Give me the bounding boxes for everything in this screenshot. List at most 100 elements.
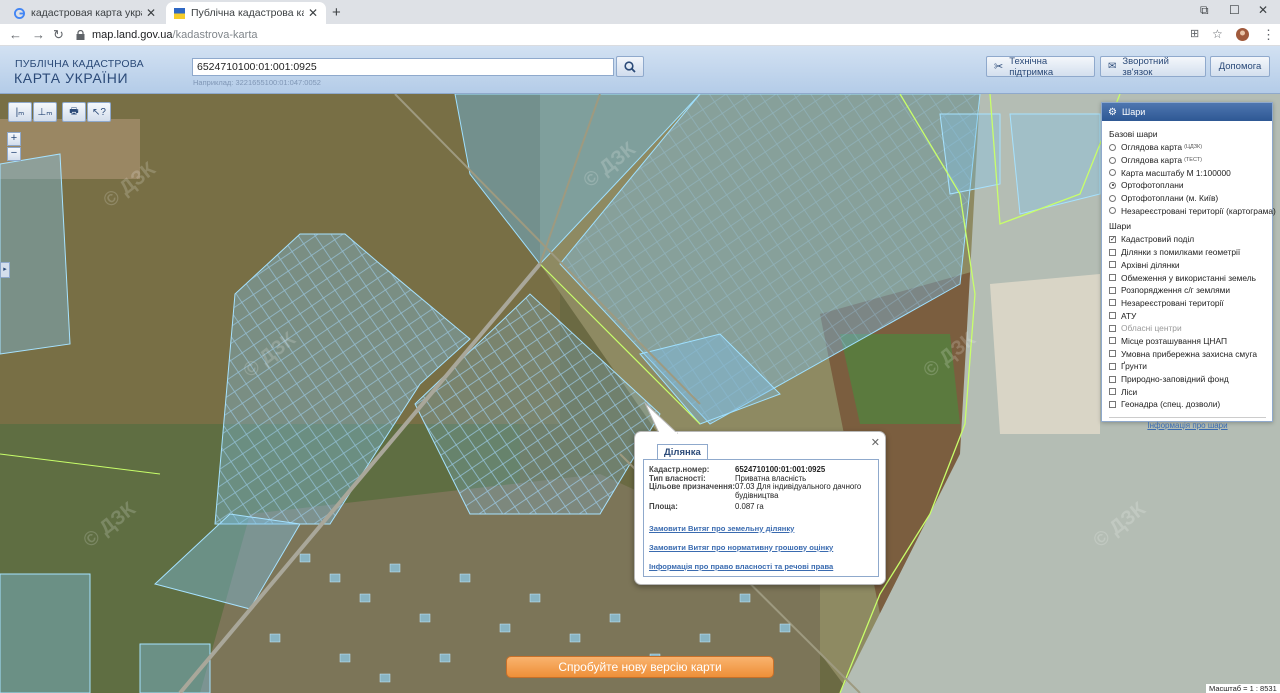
- checkbox-icon[interactable]: [1109, 312, 1116, 320]
- radio-icon[interactable]: [1109, 207, 1116, 215]
- back-icon[interactable]: ←: [9, 27, 22, 42]
- order-land-extract-link[interactable]: Замовити Витяг про земельну ділянку: [649, 524, 873, 533]
- purpose-label: Цільове призначення:: [649, 482, 735, 491]
- layer-label: Архівні ділянки: [1121, 259, 1180, 270]
- radio-icon[interactable]: [1109, 156, 1116, 164]
- layer-option[interactable]: Архівні ділянки: [1109, 259, 1266, 272]
- address-bar[interactable]: map.land.gov.ua/kadastrova-karta: [76, 26, 1196, 44]
- layer-option[interactable]: Місце розташування ЦНАП: [1109, 335, 1266, 348]
- profile-avatar[interactable]: [1236, 28, 1249, 44]
- close-tab-icon[interactable]: ✕: [146, 6, 156, 20]
- reload-icon[interactable]: ↻: [53, 27, 64, 43]
- base-layer-option[interactable]: Оглядова карта (ТЕСТ): [1109, 154, 1266, 167]
- measure-area-button[interactable]: ⊥ₘ: [33, 102, 57, 122]
- checkbox-icon[interactable]: [1109, 274, 1116, 282]
- order-valuation-extract-link[interactable]: Замовити Витяг про нормативну грошову оц…: [649, 543, 873, 552]
- checkbox-icon[interactable]: [1109, 375, 1116, 383]
- try-new-map-button[interactable]: Спробуйте нову версію карти: [506, 656, 774, 678]
- base-layer-option[interactable]: Ортофотоплани: [1109, 179, 1266, 192]
- base-layer-option[interactable]: Незареєстровані території (картограма): [1109, 204, 1276, 217]
- checkbox-icon[interactable]: [1109, 324, 1116, 332]
- checkbox-icon[interactable]: [1109, 248, 1116, 256]
- zoom-in-button[interactable]: +: [7, 132, 21, 146]
- popup-content: Кадастр.номер: 6524710100:01:001:0925 Тип…: [643, 459, 879, 577]
- layer-option[interactable]: Ґрунти: [1109, 360, 1266, 373]
- measure-length-button[interactable]: |ₘ: [8, 102, 32, 122]
- printer-icon: 🖶: [69, 105, 79, 117]
- zoom-control: + −: [7, 132, 21, 161]
- search-hint: Наприклад: 3221655100:01:047:0052: [193, 78, 321, 87]
- layer-option[interactable]: ✓ Кадастровий поділ: [1109, 233, 1266, 246]
- lock-icon: [76, 30, 85, 40]
- translate-icon[interactable]: ⊞: [1190, 27, 1199, 40]
- checkbox-icon[interactable]: [1109, 337, 1116, 345]
- close-icon[interactable]: ✕: [871, 436, 880, 449]
- base-layers-title: Базові шари: [1109, 129, 1158, 139]
- checkbox-icon[interactable]: ✓: [1109, 235, 1116, 243]
- checkbox-icon[interactable]: [1109, 388, 1116, 396]
- cadastral-search-input[interactable]: 6524710100:01:001:0925: [192, 58, 614, 76]
- help-button[interactable]: Допомога: [1210, 56, 1270, 77]
- layers-header[interactable]: ⚙ Шари: [1102, 103, 1272, 121]
- base-layer-label: Карта масштабу М 1:100000: [1121, 167, 1231, 178]
- maximize-icon[interactable]: ☐: [1229, 3, 1240, 17]
- menu-icon[interactable]: ⋮: [1262, 27, 1275, 43]
- radio-icon[interactable]: [1109, 194, 1116, 202]
- layer-option[interactable]: Обмеження у використанні земель: [1109, 271, 1266, 284]
- map-canvas[interactable]: © ДЗК © ДЗК © ДЗК © ДЗК © ДЗК © ДЗК |ₘ ⊥…: [0, 94, 1280, 693]
- checkbox-icon[interactable]: [1109, 350, 1116, 358]
- base-layer-label: Оглядова карта: [1121, 155, 1183, 166]
- forward-icon[interactable]: →: [32, 27, 45, 42]
- checkbox-icon[interactable]: [1109, 400, 1116, 408]
- browser-tab-map[interactable]: Публічна кадастрова карта Укр ✕: [166, 2, 326, 24]
- tab-title: Публічна кадастрова карта Укр: [191, 7, 304, 19]
- base-layer-source: (ТЕСТ): [1184, 157, 1202, 164]
- feedback-button[interactable]: ✉ Зворотний зв'язок: [1100, 56, 1206, 78]
- layers-panel: ⚙ Шари Базові шари Оглядова карта (ЦДЗК) Ог…: [1101, 102, 1276, 430]
- layer-option[interactable]: Незареєстровані території: [1109, 297, 1266, 310]
- base-layer-label: Оглядова карта: [1121, 142, 1183, 153]
- layer-option[interactable]: АТУ: [1109, 309, 1266, 322]
- bookmark-star-icon[interactable]: ☆: [1212, 27, 1223, 41]
- area-ruler-icon: ⊥ₘ: [37, 106, 53, 118]
- base-layer-option[interactable]: Ортофотоплани (м. Київ): [1109, 192, 1266, 205]
- layer-label: Кадастровий поділ: [1121, 234, 1195, 245]
- layer-option[interactable]: Ділянки з помилками геометрії: [1109, 246, 1266, 259]
- identify-button[interactable]: ↖?: [87, 102, 111, 122]
- checkbox-icon[interactable]: [1109, 299, 1116, 307]
- base-layer-option[interactable]: Оглядова карта (ЦДЗК): [1109, 141, 1266, 154]
- close-window-icon[interactable]: ✕: [1258, 3, 1268, 17]
- layer-option[interactable]: Геонадра (спец. дозволи): [1109, 398, 1266, 411]
- support-button[interactable]: ✂ Технічна підтримка: [986, 55, 1095, 78]
- new-tab-icon[interactable]: +: [332, 4, 341, 21]
- radio-icon[interactable]: [1109, 143, 1116, 151]
- checkbox-icon[interactable]: [1109, 261, 1116, 269]
- layer-option[interactable]: Розпорядження с/г землями: [1109, 284, 1266, 297]
- search-icon: [624, 60, 636, 73]
- restore-tab-icon[interactable]: ⧉: [1200, 3, 1209, 18]
- ownership-info-link[interactable]: Інформація про право власності та речові…: [649, 562, 873, 571]
- checkbox-icon[interactable]: [1109, 286, 1116, 294]
- layer-option[interactable]: Природно-заповідний фонд: [1109, 373, 1266, 386]
- checkbox-icon[interactable]: [1109, 362, 1116, 370]
- popup-tab-parcel[interactable]: Ділянка: [657, 444, 708, 460]
- envelope-icon: ✉: [1108, 61, 1117, 72]
- browser-tab-search[interactable]: кадастровая карта украины\ - По ✕: [6, 2, 164, 24]
- brand-line1: ПУБЛІЧНА КАДАСТРОВА: [15, 58, 144, 70]
- side-panel-toggle[interactable]: ▸: [0, 262, 10, 278]
- radio-icon[interactable]: [1109, 181, 1116, 189]
- layer-option[interactable]: Умовна прибережна захисна смуга: [1109, 347, 1266, 360]
- search-button[interactable]: [616, 56, 644, 77]
- close-tab-icon[interactable]: ✕: [308, 6, 318, 20]
- print-button[interactable]: 🖶: [62, 102, 86, 122]
- radio-icon[interactable]: [1109, 169, 1116, 177]
- support-label: Технічна підтримка: [1009, 55, 1054, 78]
- zoom-out-button[interactable]: −: [7, 147, 21, 161]
- layers-info-link[interactable]: Інформація про шари: [1109, 416, 1266, 430]
- cursor-question-icon: ↖?: [92, 106, 106, 118]
- layer-label: АТУ: [1121, 310, 1137, 321]
- base-layer-option[interactable]: Карта масштабу М 1:100000: [1109, 166, 1266, 179]
- layer-option[interactable]: Ліси: [1109, 385, 1266, 398]
- layer-label: Ґрунти: [1121, 361, 1147, 372]
- area-label: Площа:: [649, 502, 678, 511]
